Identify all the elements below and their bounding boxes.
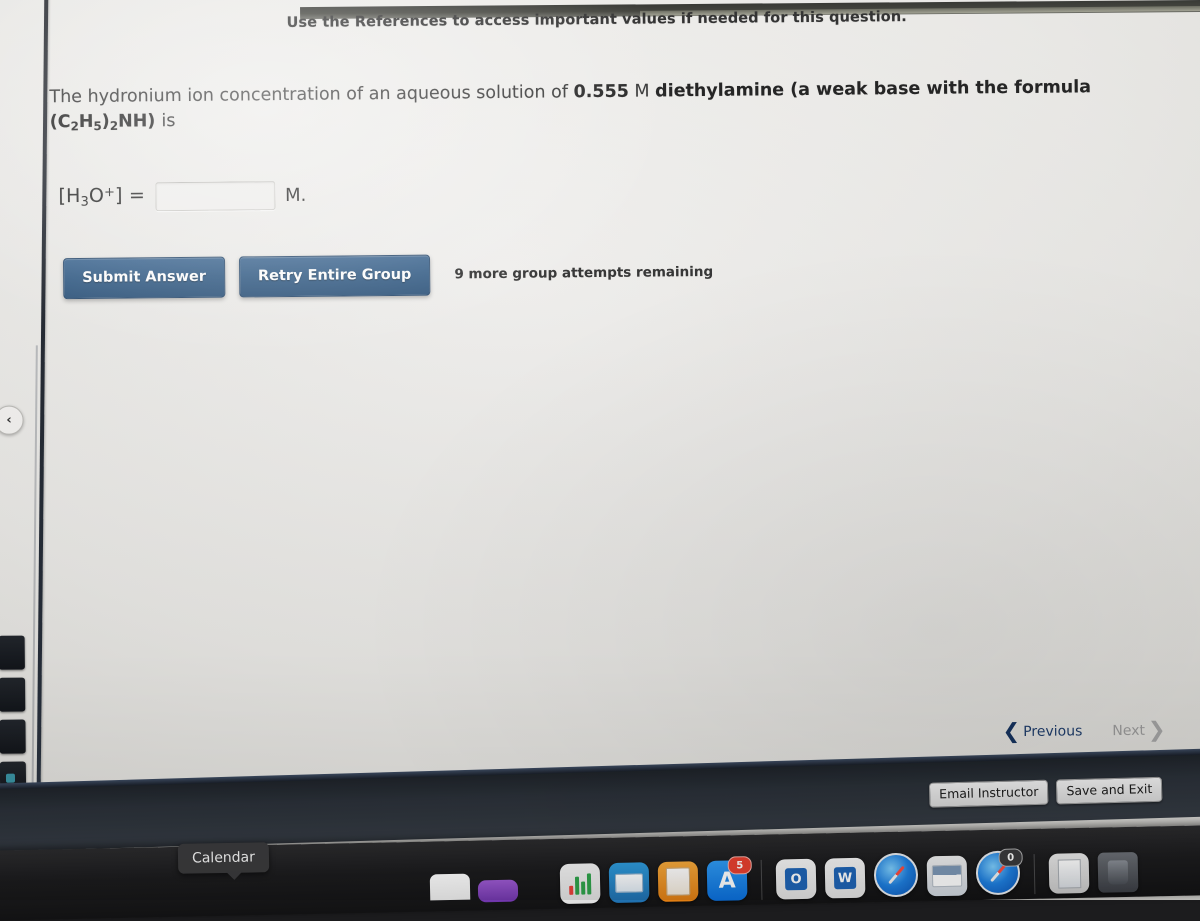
dock-icon-safari[interactable] xyxy=(873,852,919,898)
document-page-icon xyxy=(665,867,691,896)
question-part-1: The hydronium ion concentration of an aq… xyxy=(49,82,574,108)
window-left-edge xyxy=(36,0,49,816)
chevron-right-icon: ❯ xyxy=(1147,717,1166,742)
formula-h: H xyxy=(78,112,94,133)
document-file-icon xyxy=(1057,858,1081,889)
answer-input[interactable] xyxy=(154,181,276,212)
dock-separator xyxy=(1033,854,1036,895)
previous-button[interactable]: ❮ Previous xyxy=(1002,718,1083,744)
question-part-2: (a weak base with the formula xyxy=(784,77,1092,101)
answer-label-sub: 3 xyxy=(80,194,90,210)
trash-can-icon xyxy=(1107,860,1129,885)
attempts-remaining-text: 9 more group attempts remaining xyxy=(454,264,714,283)
dock-icon-outlook[interactable]: O xyxy=(775,858,817,900)
answer-label-open: [H xyxy=(58,185,81,208)
question-concentration: 0.555 xyxy=(573,81,629,103)
answer-label-close: ] = xyxy=(114,184,146,207)
answer-label-o: O xyxy=(88,184,105,208)
retry-entire-group-button[interactable]: Retry Entire Group xyxy=(238,254,431,297)
dock-tooltip-label: Calendar xyxy=(191,849,256,867)
outlook-glyph-icon: O xyxy=(784,867,808,891)
question-text: The hydronium ion concentration of an aq… xyxy=(49,74,1189,136)
formula-prefix: (C xyxy=(49,112,71,133)
formula-nh: NH) xyxy=(117,111,162,132)
compass-needle-icon xyxy=(887,865,905,885)
dock-icon-keynote[interactable] xyxy=(608,862,650,904)
dock-separator xyxy=(760,859,763,900)
submit-answer-button[interactable]: Submit Answer xyxy=(62,256,226,299)
window-preview-icon xyxy=(931,864,963,888)
app-store-badge: 5 xyxy=(727,856,752,875)
email-instructor-button[interactable]: Email Instructor xyxy=(928,779,1049,808)
back-navigation-button[interactable]: ‹ xyxy=(0,405,24,435)
references-note: Use the References to access important v… xyxy=(286,9,907,31)
answer-label-sup: + xyxy=(103,185,116,201)
save-and-exit-button[interactable]: Save and Exit xyxy=(1056,776,1163,804)
formula-sub-1: 2 xyxy=(70,119,79,134)
answer-unit: M. xyxy=(284,184,307,207)
safari-badge: 0 xyxy=(998,848,1023,867)
dock-icon-word[interactable]: W xyxy=(824,857,866,899)
dock-tooltip-calendar: Calendar xyxy=(177,842,270,874)
bar-chart-icon xyxy=(569,872,592,895)
action-button-row: Submit Answer Retry Entire Group 9 more … xyxy=(62,252,714,299)
keyboard-key xyxy=(0,719,26,754)
word-glyph-icon: W xyxy=(833,866,857,890)
photographed-screen: Use the References to access important v… xyxy=(0,0,1200,921)
previous-label: Previous xyxy=(1023,722,1083,740)
chevron-left-circle-icon: ‹ xyxy=(6,412,12,428)
dock-icon-calendar[interactable] xyxy=(429,873,471,901)
question-substance: diethylamine xyxy=(655,80,785,102)
next-label: Next xyxy=(1112,722,1146,739)
presentation-icon xyxy=(614,872,644,893)
dock-icon-document[interactable] xyxy=(1048,852,1090,894)
formula-close-paren: ) xyxy=(101,112,110,133)
dock-icon-pages[interactable] xyxy=(657,861,699,902)
chevron-left-icon: ❮ xyxy=(1002,718,1021,744)
keyboard-key xyxy=(0,677,26,712)
dock-icon-safari-2[interactable]: 0 xyxy=(975,848,1023,896)
indicator-dot xyxy=(5,773,16,783)
dock-icon-trash[interactable] xyxy=(1097,851,1139,893)
answer-label: [H3O+] = xyxy=(58,185,145,210)
formula-tail: is xyxy=(161,111,176,132)
dock-icon-preview[interactable] xyxy=(926,855,968,897)
dock-icon-podcasts[interactable] xyxy=(477,879,519,903)
keyboard-key xyxy=(0,635,25,670)
browser-page: Use the References to access important v… xyxy=(0,0,1200,906)
formula-sub-2: 5 xyxy=(93,119,102,134)
question-molarity-unit: M xyxy=(628,81,656,102)
question-navigation: ❮ Previous Next ❯ xyxy=(1002,717,1166,744)
answer-row: [H3O+] = M. xyxy=(58,181,306,212)
next-button[interactable]: Next ❯ xyxy=(1112,717,1166,742)
dock-icon-numbers[interactable] xyxy=(559,863,601,905)
formula: (C2H5)2NH) xyxy=(49,111,162,134)
dock-icon-app-store[interactable]: A 5 xyxy=(706,856,752,901)
